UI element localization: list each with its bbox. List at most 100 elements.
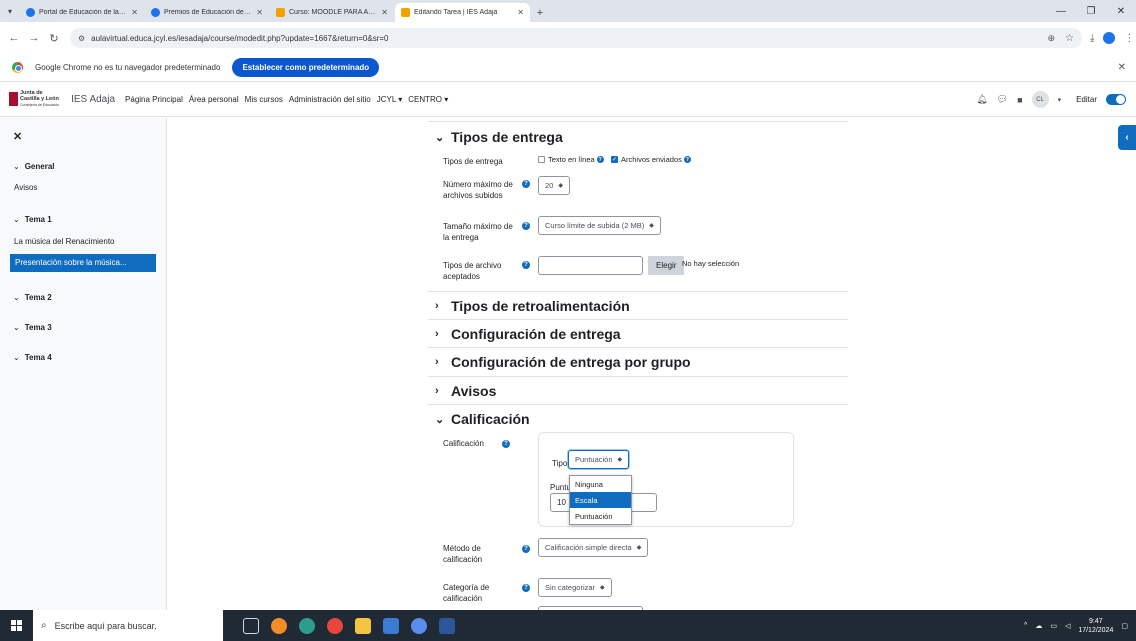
grade-type-select[interactable]: Puntuación ◆ [568,450,630,469]
help-icon[interactable]: ? [522,222,530,230]
open-block-drawer-button[interactable]: ‹ [1118,125,1136,150]
section-tema-1[interactable]: ⌄ Tema 1 [13,215,52,224]
app-icon[interactable] [271,617,287,634]
section-tema-3[interactable]: ⌄ Tema 3 [13,323,52,332]
start-button[interactable] [0,610,33,641]
section-header-feedback-types[interactable]: › Tipos de retroalimentación [435,298,630,314]
volume-icon[interactable]: ◁ [1065,622,1070,630]
course-index-item[interactable]: La música del Renacimiento [14,237,115,246]
nav-home[interactable]: Página Principal [125,95,183,104]
new-tab-button[interactable]: + [531,3,549,22]
taskbar-search[interactable]: ⌕ Escribe aquí para buscar. [33,610,223,641]
help-icon[interactable]: ? [683,156,691,163]
site-name-link[interactable]: IES Adaja [71,94,115,105]
download-icon[interactable]: ⤓ [1090,33,1094,44]
grading-method-select[interactable]: Calificación simple directa ◆ [538,538,649,557]
max-files-select[interactable]: 20 ◆ [538,176,570,195]
app-icon[interactable] [411,617,427,634]
nav-my-courses[interactable]: Mis cursos [245,95,283,104]
edit-mode-toggle[interactable] [1106,94,1126,105]
help-icon[interactable]: ? [522,584,530,592]
help-icon[interactable]: ? [522,180,530,188]
close-drawer-icon[interactable]: ✕ [13,130,22,143]
network-icon[interactable]: ▭ [1050,622,1057,630]
chrome-icon[interactable] [327,617,343,634]
windows-taskbar: ⌕ Escribe aquí para buscar. ^ ☁ ▭ ◁ 9:47… [0,610,1136,641]
tab-close-icon[interactable]: ✕ [131,8,138,17]
tab-close-icon[interactable]: ✕ [381,8,388,17]
divider [428,376,848,377]
infobar-close-icon[interactable]: ✕ [1118,62,1126,73]
store-icon[interactable] [383,617,399,634]
option-none[interactable]: Ninguna [570,476,631,492]
close-window-icon[interactable]: ✕ [1106,0,1136,22]
course-index-item-active[interactable]: Presentación sobre la música... [10,254,156,272]
max-size-select[interactable]: Curso límite de subida (2 MB) ◆ [538,216,661,235]
browser-tab-2[interactable]: Premios de Educación de Castil ✕ [145,3,269,22]
junta-logo[interactable]: Junta de Castilla y León Consejería de E… [9,90,59,108]
task-view-icon[interactable] [243,617,259,634]
tab-search-chevron-icon[interactable]: ▾ [0,0,20,22]
notification-center-icon[interactable]: ▢ [1121,622,1128,630]
browser-tab-3[interactable]: Curso: MOODLE PARA ADMINI ✕ [270,3,394,22]
grade-type-dropdown[interactable]: Ninguna Escala Puntuación [569,475,632,525]
browser-tab-active[interactable]: Editando Tarea | IES Adaja ✕ [395,3,530,22]
onedrive-cloud-icon[interactable]: ☁ [1035,622,1042,630]
section-tema-2[interactable]: ⌄ Tema 2 [13,293,52,302]
nav-site-admin[interactable]: Administración del sitio [289,95,371,104]
tab-close-icon[interactable]: ✕ [517,8,524,17]
site-info-icon[interactable]: ⚙ [78,34,85,43]
choose-file-types-button[interactable]: Elegir [648,256,685,275]
user-menu-chevron-icon[interactable]: ▾ [1058,96,1062,104]
section-header-notifications[interactable]: › Avisos [435,383,496,399]
file-types-input[interactable] [538,256,643,275]
show-hidden-icons-icon[interactable]: ^ [1024,622,1027,629]
section-header-group-submission[interactable]: › Configuración de entrega por grupo [435,354,691,370]
grade-category-select[interactable]: Sin categorizar ◆ [538,578,612,597]
section-tema-4[interactable]: ⌄ Tema 4 [13,353,52,362]
restore-icon[interactable]: ❐ [1076,0,1106,22]
course-index-item[interactable]: Avisos [14,183,37,192]
nav-jcyl-menu[interactable]: JCYL ▾ [377,95,403,104]
browser-tab-1[interactable]: Portal de Educación de la Junta ✕ [20,3,144,22]
section-header-submission-settings[interactable]: › Configuración de entrega [435,326,621,342]
edge-icon[interactable] [299,617,315,634]
word-icon[interactable] [439,617,455,634]
divider [428,121,848,122]
online-text-checkbox[interactable]: Texto en línea? [538,155,604,164]
clock[interactable]: 9:47 17/12/2024 [1078,617,1113,635]
section-header-tipos-entrega[interactable]: ⌄ Tipos de entrega [435,129,563,145]
chrome-logo-icon [12,62,23,73]
profile-avatar-icon[interactable] [1103,32,1116,44]
messages-chat-icon[interactable]: 💬︎ [997,94,1008,105]
drawer-toggle-icon[interactable]: ■ [1017,95,1022,105]
section-header-grade[interactable]: ⌄ Calificación [435,411,530,427]
help-icon[interactable]: ? [596,156,604,163]
checkbox-unchecked[interactable] [538,156,545,163]
tab-close-icon[interactable]: ✕ [256,8,263,17]
help-icon[interactable]: ? [522,261,530,269]
url-field[interactable]: ⚙ aulavirtual.educa.jcyl.es/iesadaja/cou… [70,28,1082,48]
reload-icon[interactable]: ↻ [44,32,64,45]
nav-centro-menu[interactable]: CENTRO ▾ [408,95,448,104]
user-avatar[interactable]: CL [1031,91,1049,108]
set-default-button[interactable]: Establecer como predeterminado [232,58,380,77]
nav-dashboard[interactable]: Área personal [189,95,239,104]
file-explorer-icon[interactable] [355,617,371,634]
divider [428,291,848,292]
help-icon[interactable]: ? [502,440,510,448]
help-icon[interactable]: ? [522,545,530,553]
file-submission-checkbox[interactable]: ✓ Archivos enviados? [611,155,691,164]
section-general[interactable]: ⌄ General [13,162,55,171]
notifications-bell-icon[interactable]: 🔔︎ [976,94,987,105]
file-types-label: Tipos de archivo aceptados [443,261,502,281]
option-points[interactable]: Puntuación [570,508,631,524]
forward-arrow-icon[interactable]: → [24,32,44,44]
minimize-icon[interactable]: — [1046,0,1076,22]
bookmark-star-icon[interactable]: ☆ [1065,33,1074,44]
zoom-icon[interactable]: ⊕ [1047,33,1055,44]
option-scale[interactable]: Escala [570,492,631,508]
checkbox-checked[interactable]: ✓ [611,156,618,163]
more-menu-icon[interactable]: ⋮ [1124,33,1134,44]
back-arrow-icon[interactable]: ← [4,32,24,44]
